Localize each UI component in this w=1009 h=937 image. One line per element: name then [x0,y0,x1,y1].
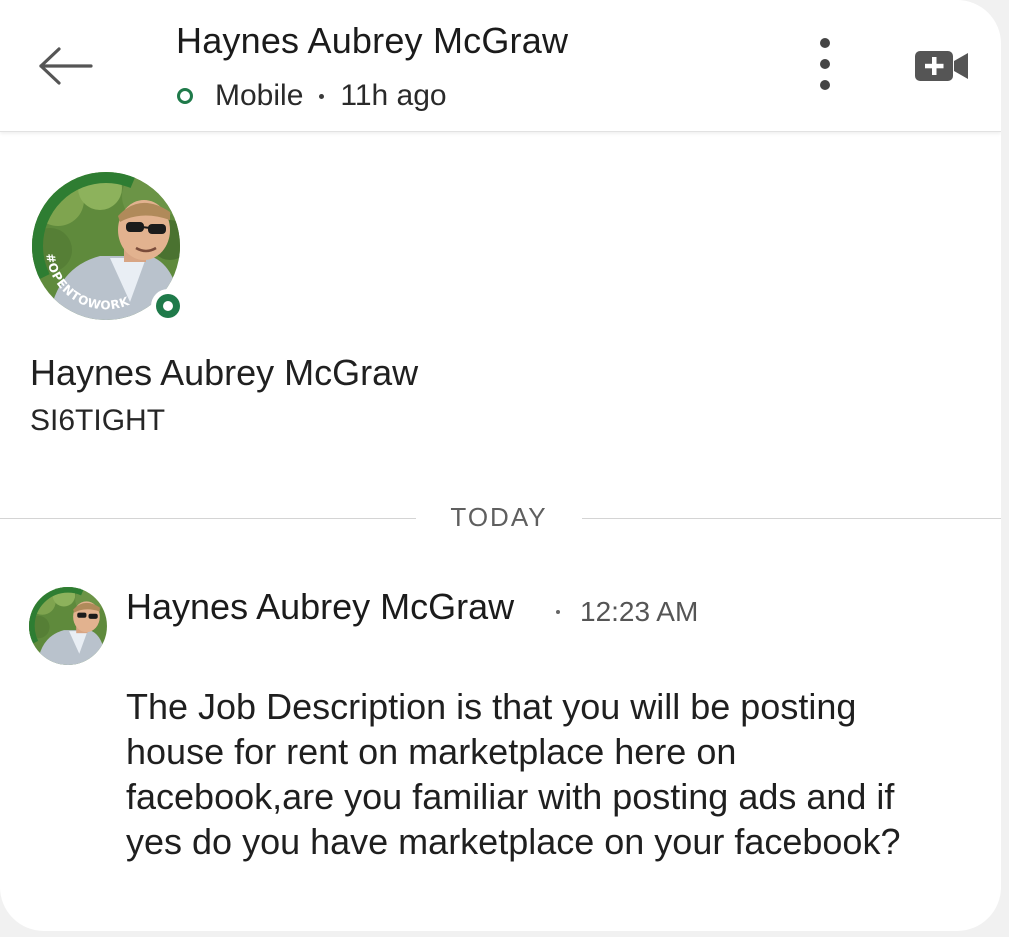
message-timestamp: 12:23 AM [580,596,699,627]
date-divider: TODAY [0,500,1001,538]
more-vertical-icon [820,38,830,48]
video-call-button[interactable] [910,44,974,88]
back-button[interactable] [30,36,100,96]
conversation-screen: Haynes Aubrey McGraw Mobile 11h ago #OPE… [0,0,1001,931]
avatar: #OPENTOWORK [32,172,185,323]
more-options-button[interactable] [800,32,850,96]
arrow-left-icon [39,47,93,85]
avatar [29,587,107,665]
last-active-time: 11h ago [340,79,447,112]
message-sender-name[interactable]: Haynes Aubrey McGraw [126,586,514,628]
online-status-icon [177,88,193,104]
online-status-icon [163,301,173,311]
divider-line-left [0,518,416,519]
date-divider-label: TODAY [450,502,548,532]
separator-dot [556,610,560,614]
profile-avatar[interactable]: #OPENTOWORK [30,170,186,326]
conversation-header: Haynes Aubrey McGraw Mobile 11h ago [0,0,1001,132]
presence-status: Mobile 11h ago [176,76,447,116]
video-call-add-icon [915,51,968,81]
profile-name[interactable]: Haynes Aubrey McGraw [30,352,418,394]
separator-dot [319,93,325,99]
conversation-title[interactable]: Haynes Aubrey McGraw [176,20,568,62]
message-body: The Job Description is that you will be … [126,686,901,862]
profile-headline: SI6TIGHT [30,404,166,437]
message-sender-avatar[interactable] [28,586,108,666]
message-meta: 12:23 AM [556,594,698,630]
divider-line-right [582,518,1001,519]
presence-label: Mobile [215,79,304,112]
